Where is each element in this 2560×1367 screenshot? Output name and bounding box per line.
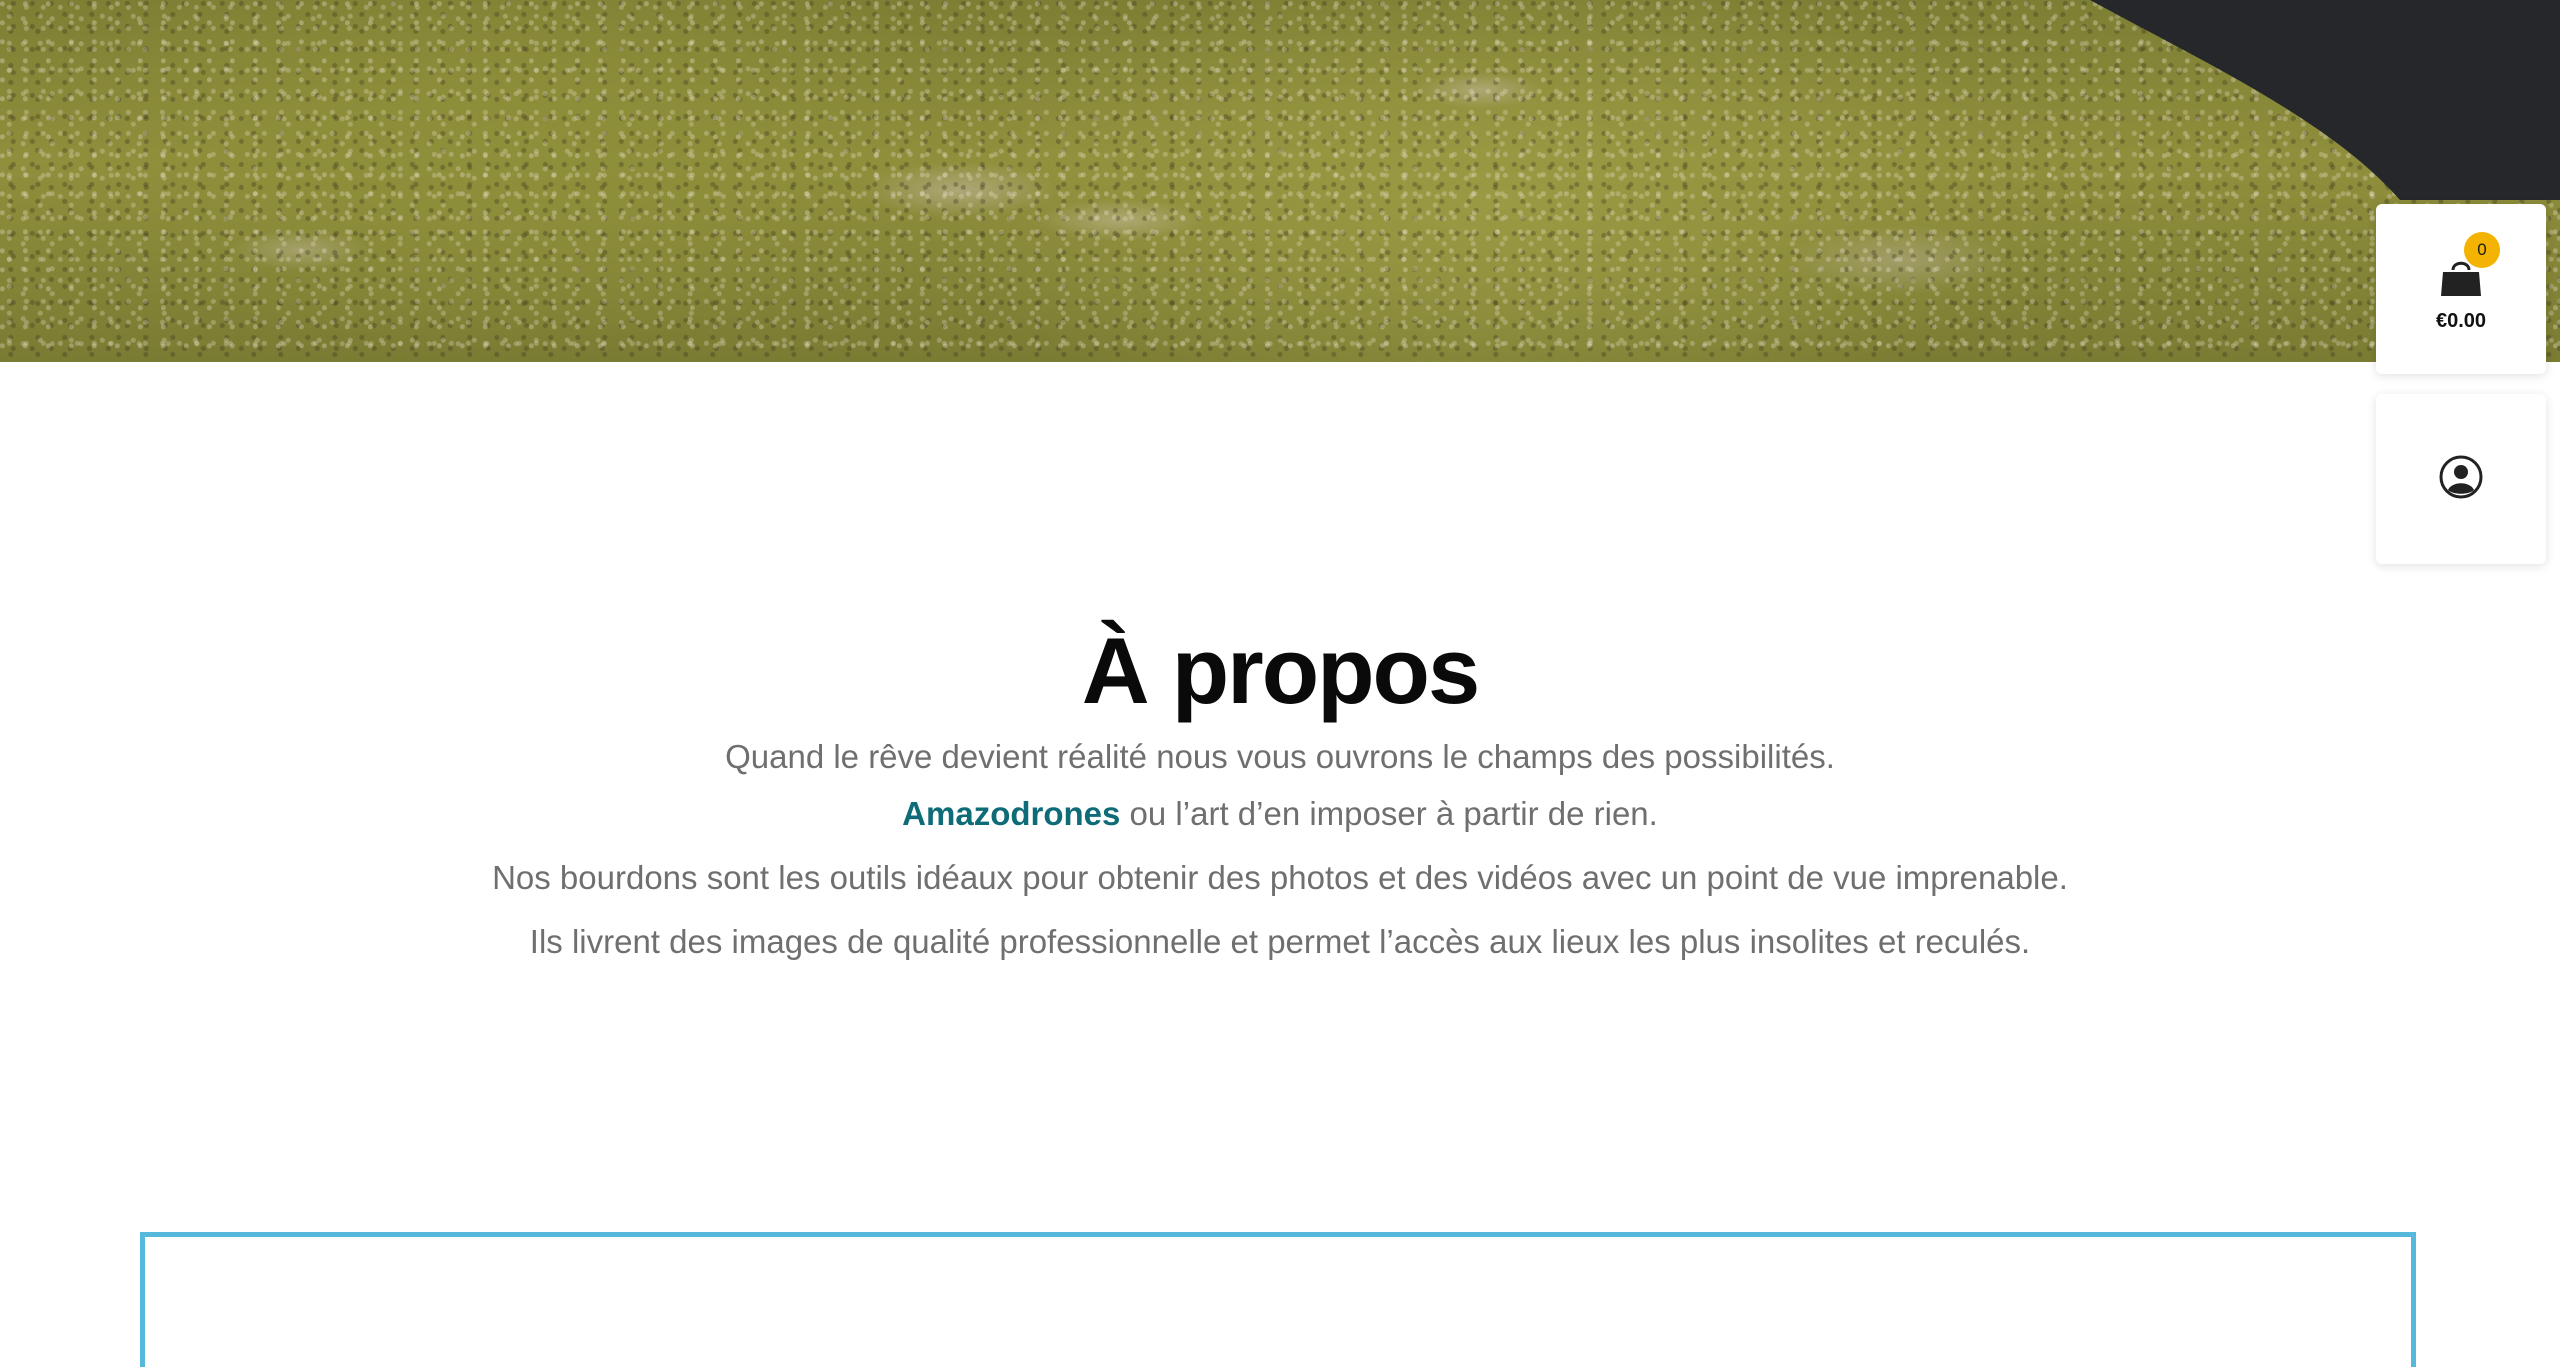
cart-count-badge: 0 (2464, 232, 2500, 268)
page-title: À propos (1081, 617, 1481, 723)
about-description: Amazodrones ou l’art d’en imposer à part… (480, 782, 2080, 974)
hero-image (0, 0, 2560, 362)
hero-dark-corner (2090, 0, 2560, 200)
account-button[interactable] (2376, 394, 2546, 564)
page: 0 €0.00 À propos Quand le rêve devient r… (0, 0, 2560, 1367)
about-subtitle: Quand le rêve devient réalité nous vous … (725, 738, 1835, 775)
brand-name: Amazodrones (902, 795, 1121, 832)
cart-total: €0.00 (2435, 310, 2487, 332)
content-frame (140, 1232, 2416, 1367)
brand-tagline: ou l’art d’en imposer à partir de rien. (1120, 795, 1658, 832)
about-body-text: Nos bourdons sont les outils idéaux pour… (492, 859, 2068, 960)
user-circle-icon (2439, 455, 2483, 499)
mini-cart-button[interactable]: 0 €0.00 (2376, 204, 2546, 374)
